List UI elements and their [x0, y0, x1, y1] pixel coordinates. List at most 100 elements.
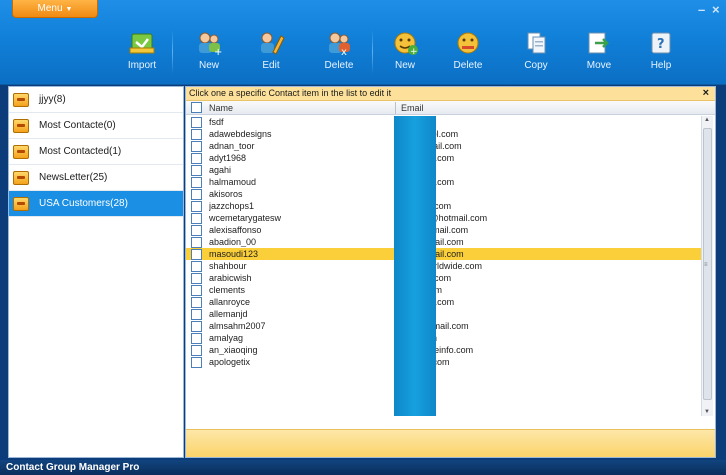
edit-contact-label: Edit [262, 60, 280, 71]
table-row[interactable]: akisorosrgilo.it [186, 188, 701, 200]
row-checkbox[interactable] [191, 332, 202, 344]
import-button[interactable]: Import [115, 30, 169, 71]
row-checkbox[interactable] [191, 356, 202, 368]
group-label: Most Contacte(0) [39, 120, 116, 131]
table-row-selected[interactable]: masoudi1233@hotmail.com [186, 248, 701, 260]
delete-contact-button[interactable]: x Delete [312, 30, 366, 71]
row-checkbox[interactable] [191, 176, 202, 188]
group-icon [13, 170, 29, 185]
table-row[interactable]: adawebdesignsigns@aol.com [186, 128, 701, 140]
group-label: jjyy(8) [39, 94, 66, 105]
minimize-button[interactable]: – [698, 2, 705, 17]
new-group-icon: + [391, 30, 419, 57]
menu-button[interactable]: Menu ▼ [12, 0, 98, 18]
contact-name: shahbour [209, 261, 247, 271]
group-item[interactable]: NewsLetter(25) [9, 165, 183, 191]
details-strip [186, 429, 715, 457]
edit-hint-text: Click one a specific Contact item in the… [189, 88, 392, 98]
import-label: Import [127, 60, 157, 71]
table-row[interactable]: wcemetarygatesw gatesw@hotmail.com [186, 212, 701, 224]
contact-name: an_xiaoqing [209, 345, 258, 355]
table-row[interactable]: amalyagmail.com [186, 332, 701, 344]
contact-name: clements [209, 285, 246, 295]
table-row[interactable]: agahioo.com [186, 164, 701, 176]
svg-text:+: + [410, 47, 418, 56]
contact-name: adawebdesigns [209, 129, 272, 139]
delete-group-button[interactable]: Delete [441, 30, 495, 71]
row-checkbox[interactable] [191, 248, 202, 260]
row-checkbox[interactable] [191, 320, 202, 332]
contact-name: allanroyce [209, 297, 251, 307]
new-group-label: New [394, 60, 415, 71]
delete-group-label: Delete [453, 60, 483, 71]
vertical-scrollbar[interactable]: ▲ ≡ ▼ [701, 116, 713, 416]
table-row[interactable]: abadion_000@hotmail.com [186, 236, 701, 248]
help-button[interactable]: ? Help [634, 30, 688, 71]
scroll-up-icon[interactable]: ▲ [704, 117, 710, 123]
close-hint-button[interactable]: × [703, 87, 709, 100]
group-item[interactable]: jjyy(8) [9, 87, 183, 113]
move-button[interactable]: Move [572, 30, 626, 71]
table-row[interactable]: shahbour teltacworldwide.com [186, 260, 701, 272]
group-list: jjyy(8) Most Contacte(0) Most Contacted(… [8, 86, 184, 458]
contact-name: halmamoud [209, 177, 257, 187]
table-row[interactable]: almsahm200707@hotmail.com [186, 320, 701, 332]
row-checkbox[interactable] [191, 200, 202, 212]
name-column-header[interactable]: Name [209, 103, 401, 113]
copy-button[interactable]: Copy [509, 30, 563, 71]
scroll-down-icon[interactable]: ▼ [704, 409, 710, 415]
table-row[interactable]: adyt1968@yahoo.com [186, 152, 701, 164]
row-checkbox[interactable] [191, 344, 202, 356]
table-row[interactable]: halmamoud@yahoo.com [186, 176, 701, 188]
move-label: Move [586, 60, 612, 71]
table-row[interactable]: clementsgmail.com [186, 284, 701, 296]
row-checkbox[interactable] [191, 152, 202, 164]
edit-contact-icon [257, 30, 285, 56]
group-icon [13, 196, 29, 211]
new-contact-label: New [198, 60, 219, 71]
new-contact-icon: + [195, 30, 223, 58]
contact-list-panel: Click one a specific Contact item in the… [185, 86, 716, 458]
table-row[interactable]: an_xiaoqing g@vanceinfo.com [186, 344, 701, 356]
group-item[interactable]: Most Contacte(0) [9, 113, 183, 139]
table-row[interactable]: jazzchops1@gmail.com [186, 200, 701, 212]
import-icon [128, 30, 156, 56]
edit-contact-button[interactable]: Edit [244, 30, 298, 71]
new-contact-button[interactable]: + New [182, 30, 236, 71]
table-row[interactable]: allanroyce@yahoo.com [186, 296, 701, 308]
table-row[interactable]: arabicwish@gmail.com [186, 272, 701, 284]
row-checkbox[interactable] [191, 140, 202, 152]
row-checkbox[interactable] [191, 224, 202, 236]
close-window-button[interactable]: × [712, 2, 720, 17]
row-checkbox[interactable] [191, 308, 202, 320]
row-checkbox[interactable] [191, 272, 202, 284]
table-row[interactable]: fsdfcom [186, 116, 701, 128]
row-checkbox[interactable] [191, 116, 202, 128]
row-checkbox[interactable] [191, 164, 202, 176]
table-row[interactable]: adnan_toorr@hotmail.com [186, 140, 701, 152]
delete-group-icon [454, 30, 482, 56]
group-label: Most Contacted(1) [39, 146, 122, 157]
copy-icon [522, 30, 550, 56]
row-checkbox[interactable] [191, 260, 202, 272]
row-checkbox[interactable] [191, 188, 202, 200]
group-item[interactable]: Most Contacted(1) [9, 139, 183, 165]
row-checkbox[interactable] [191, 284, 202, 296]
email-column-header[interactable]: Email [401, 103, 424, 113]
select-all-checkbox[interactable] [191, 102, 202, 113]
contact-name: adyt1968 [209, 153, 247, 163]
column-divider[interactable] [395, 102, 396, 114]
new-group-button[interactable]: + New [378, 30, 432, 71]
row-checkbox[interactable] [191, 236, 202, 248]
table-row[interactable]: allemanjdaol.com [186, 308, 701, 320]
redaction-bar [394, 116, 436, 416]
table-row[interactable]: alexisaffonsoso@hotmail.com [186, 224, 701, 236]
help-icon: ? [647, 30, 675, 56]
group-item-active[interactable]: USA Customers(28) [9, 191, 183, 217]
contact-rows: fsdfcomadawebdesignsigns@aol.comadnan_to… [186, 116, 701, 416]
row-checkbox[interactable] [191, 296, 202, 308]
row-checkbox[interactable] [191, 128, 202, 140]
contact-name: adnan_toor [209, 141, 255, 151]
row-checkbox[interactable] [191, 212, 202, 224]
table-row[interactable]: apologetixhotmail.com [186, 356, 701, 368]
